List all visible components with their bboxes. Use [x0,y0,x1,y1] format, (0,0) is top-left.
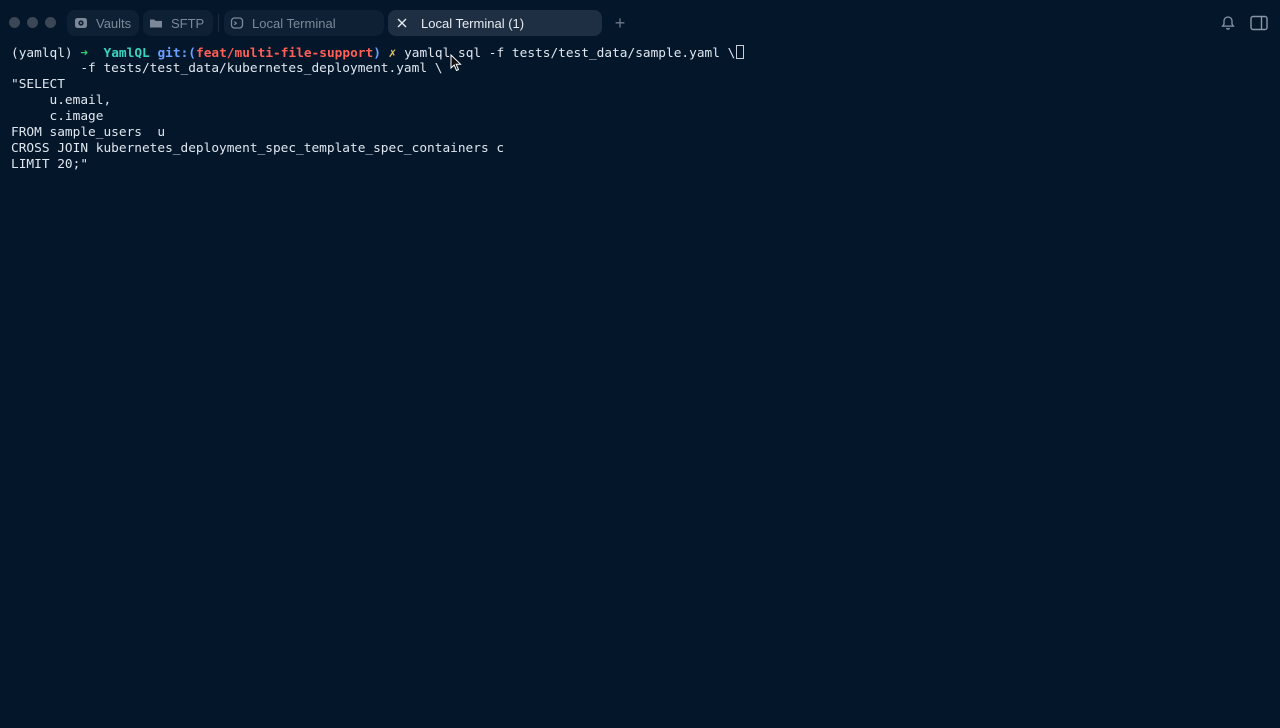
vault-icon [74,16,88,30]
terminal-app-window: Vaults SFTP Local Terminal Local Termina… [0,0,1280,728]
terminal-line: LIMIT 20;" [11,157,89,172]
title-bar: Vaults SFTP Local Terminal Local Termina… [0,0,1280,46]
prompt-git-suffix: ) [373,46,381,61]
window-minimize-button[interactable] [27,17,38,28]
prompt-git-prefix: git:( [157,46,196,61]
notification-bell-icon[interactable] [1220,15,1236,31]
terminal-line: -f tests/test_data/kubernetes_deployment… [11,61,443,76]
sidebar-toggle-icon[interactable] [1250,15,1268,31]
prompt-dirty-marker: ✗ [388,46,397,61]
tab-label: SFTP [171,15,205,31]
terminal-line: FROM sample_users u [11,125,166,140]
prompt-env: (yamlql) [11,46,73,61]
tab-sftp[interactable]: SFTP [143,10,213,36]
tab-divider [218,14,219,32]
terminal-line: "SELECT [11,77,65,92]
prompt-line: (yamlql) ➜ YamlQL git:(feat/multi-file-s… [11,45,1271,61]
prompt-branch: feat/multi-file-support [195,46,374,61]
tab-vaults[interactable]: Vaults [67,10,139,36]
window-maximize-button[interactable] [45,17,56,28]
terminal-line: c.image [11,109,104,124]
terminal-line: CROSS JOIN kubernetes_deployment_spec_te… [11,141,505,156]
tab-label: Local Terminal (1) [421,15,525,31]
terminal-output[interactable]: (yamlql) ➜ YamlQL git:(feat/multi-file-s… [11,45,1271,725]
tab-local-terminal-1[interactable]: Local Terminal (1) [388,10,602,36]
window-close-button[interactable] [9,17,20,28]
text-cursor [736,45,745,59]
new-tab-button[interactable]: + [611,13,629,33]
folder-icon [149,16,163,30]
tab-local-terminal[interactable]: Local Terminal [224,10,384,36]
prompt-arrow: ➜ [80,46,89,61]
close-icon[interactable] [395,16,409,30]
tab-label: Local Terminal [252,15,336,31]
prompt-directory: YamlQL [103,46,150,61]
terminal-icon [230,16,244,30]
mouse-pointer-icon [450,53,462,72]
terminal-line: u.email, [11,93,112,108]
tab-label: Vaults [96,15,132,31]
